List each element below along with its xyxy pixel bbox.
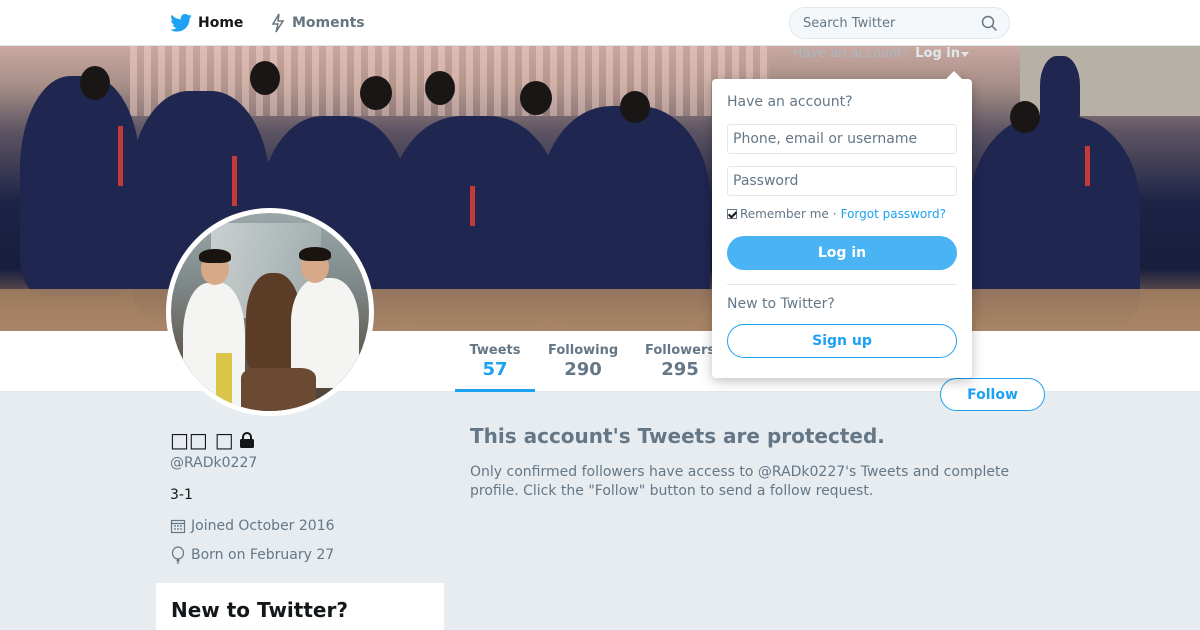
- protected-body: Only confirmed followers have access to …: [470, 464, 1010, 499]
- banner-stripe: [470, 186, 475, 226]
- nav-home[interactable]: Home: [170, 0, 243, 46]
- banner-figure: [1040, 56, 1080, 126]
- dropdown-title: Have an account?: [727, 94, 853, 110]
- forgot-password-link[interactable]: Forgot password?: [841, 207, 946, 221]
- profile-name-text: □□ □: [170, 428, 234, 452]
- follow-button[interactable]: Follow: [940, 378, 1045, 411]
- banner-head: [80, 66, 110, 100]
- banner-figure: [20, 76, 140, 296]
- login-dropdown: Have an account? Remember me · Forgot pa…: [712, 71, 972, 378]
- avatar-stump: [241, 368, 316, 411]
- banner-head: [360, 76, 392, 110]
- stat-following[interactable]: Following 290: [548, 343, 618, 380]
- stat-tweets[interactable]: Tweets 57: [455, 343, 535, 392]
- password-input[interactable]: [727, 166, 957, 196]
- nav-home-label: Home: [198, 15, 244, 31]
- have-account-text: Have an account?: [792, 46, 910, 61]
- profile-bio: 3-1: [170, 487, 193, 503]
- signup-button[interactable]: Sign up: [727, 324, 957, 358]
- banner-stripe: [232, 156, 237, 206]
- balloon-icon: [171, 546, 185, 564]
- stat-following-value: 290: [564, 359, 602, 380]
- remember-checkbox[interactable]: [727, 209, 737, 219]
- avatar-hair: [199, 249, 231, 263]
- avatar-hair: [299, 247, 331, 261]
- stat-tweets-value: 57: [482, 359, 508, 380]
- banner-stripe: [1085, 146, 1090, 186]
- remember-row: Remember me · Forgot password?: [727, 207, 946, 221]
- banner-login-hint: Have an account? Log in: [793, 46, 970, 61]
- new-to-twitter-card: New to Twitter?: [156, 583, 444, 630]
- stat-followers[interactable]: Followers 295: [645, 343, 715, 380]
- banner-head: [425, 71, 455, 105]
- profile-handle[interactable]: @RADk0227: [170, 455, 257, 471]
- dropdown-divider: [727, 284, 957, 285]
- stat-tweets-label: Tweets: [469, 343, 521, 358]
- dropdown-caret: [946, 71, 962, 79]
- banner-stripe: [118, 126, 123, 186]
- login-button[interactable]: Log in: [727, 236, 957, 270]
- search-input[interactable]: Search Twitter: [789, 7, 1010, 39]
- separator-dot: ·: [832, 207, 837, 221]
- lock-icon: [239, 432, 254, 448]
- banner-login-link[interactable]: Log in: [915, 46, 960, 61]
- stat-following-label: Following: [548, 343, 619, 358]
- nav-moments-label: Moments: [292, 15, 365, 31]
- stat-followers-label: Followers: [645, 343, 716, 358]
- lightning-icon: [271, 13, 285, 33]
- banner-head: [620, 91, 650, 123]
- search-icon[interactable]: [981, 15, 998, 32]
- twitter-bird-icon: [170, 14, 192, 32]
- banner-head: [520, 81, 552, 115]
- avatar-sign: [216, 353, 232, 411]
- search-placeholder: Search Twitter: [803, 15, 896, 31]
- caret-down-icon: [961, 51, 969, 57]
- remember-label[interactable]: Remember me: [740, 207, 829, 221]
- joined-text: Joined October 2016: [191, 518, 335, 534]
- banner-head: [250, 61, 280, 95]
- stat-followers-value: 295: [661, 359, 699, 380]
- born-text: Born on February 27: [191, 547, 335, 563]
- banner-head: [1010, 101, 1040, 133]
- profile-name: □□ □: [170, 428, 256, 452]
- username-input[interactable]: [727, 124, 957, 154]
- new-to-twitter-label: New to Twitter?: [727, 296, 835, 312]
- joined-date: Joined October 2016: [170, 518, 335, 534]
- birth-date: Born on February 27: [170, 546, 334, 564]
- calendar-icon: [170, 519, 186, 534]
- avatar[interactable]: [166, 208, 374, 416]
- avatar-person: [183, 283, 245, 411]
- protected-title: This account's Tweets are protected.: [470, 424, 885, 448]
- top-navigation-bar: Home Moments Search Twitter: [0, 0, 1200, 46]
- nav-moments[interactable]: Moments: [270, 0, 365, 46]
- new-card-title: New to Twitter?: [171, 598, 348, 622]
